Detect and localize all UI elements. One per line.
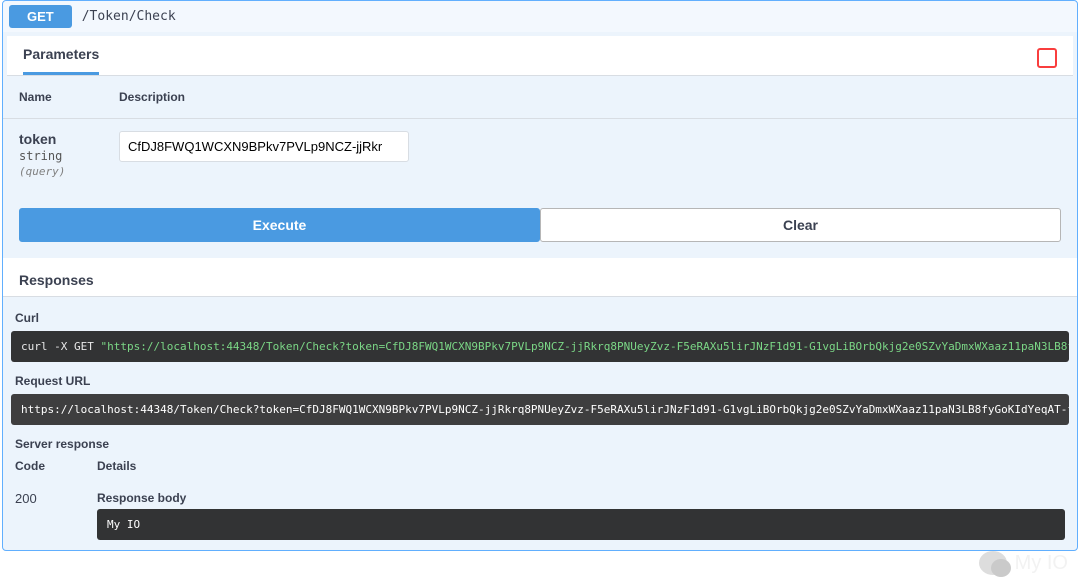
param-header-description: Description bbox=[103, 76, 1077, 119]
param-name: token bbox=[19, 131, 87, 147]
response-body-label: Response body bbox=[97, 491, 1065, 505]
request-url-value[interactable]: https://localhost:44348/Token/Check?toke… bbox=[11, 394, 1069, 425]
cancel-tryout-button[interactable] bbox=[1037, 48, 1057, 68]
curl-label: Curl bbox=[7, 311, 1073, 331]
response-row: 200 Response body My IO bbox=[7, 481, 1073, 550]
request-url-label: Request URL bbox=[7, 374, 1073, 394]
parameters-header-row: Parameters bbox=[7, 36, 1073, 76]
param-header-name: Name bbox=[3, 76, 103, 119]
resp-header-code: Code bbox=[7, 457, 89, 481]
parameters-table: Name Description token string (query) bbox=[3, 76, 1077, 208]
operation-block: GET /Token/Check Parameters Name Descrip… bbox=[2, 0, 1078, 551]
responses-body: Curl curl -X GET "https://localhost:4434… bbox=[3, 297, 1077, 550]
response-table: Code Details 200 Response body My IO bbox=[7, 457, 1073, 550]
operation-header[interactable]: GET /Token/Check bbox=[3, 1, 1077, 32]
method-badge: GET bbox=[9, 5, 72, 28]
response-code: 200 bbox=[7, 481, 89, 550]
server-response-label: Server response bbox=[7, 437, 1073, 457]
param-value-input[interactable] bbox=[119, 131, 409, 162]
action-buttons: Execute Clear bbox=[3, 208, 1077, 258]
curl-command[interactable]: curl -X GET "https://localhost:44348/Tok… bbox=[11, 331, 1069, 362]
responses-header: Responses bbox=[3, 258, 1077, 297]
execute-button[interactable]: Execute bbox=[19, 208, 540, 242]
operation-path: /Token/Check bbox=[82, 9, 176, 24]
response-body-content[interactable]: My IO bbox=[97, 509, 1065, 540]
curl-prefix: curl -X GET bbox=[21, 340, 100, 353]
param-row: token string (query) bbox=[3, 119, 1077, 209]
chat-bubble-icon bbox=[979, 551, 1007, 575]
resp-header-details: Details bbox=[89, 457, 1073, 481]
watermark: My IO bbox=[979, 551, 1068, 575]
parameters-tab[interactable]: Parameters bbox=[23, 46, 99, 75]
watermark-text: My IO bbox=[1015, 552, 1068, 575]
param-location: (query) bbox=[19, 165, 87, 178]
param-type: string bbox=[19, 149, 87, 163]
clear-button[interactable]: Clear bbox=[540, 208, 1061, 242]
curl-url: "https://localhost:44348/Token/Check?tok… bbox=[100, 340, 1069, 353]
